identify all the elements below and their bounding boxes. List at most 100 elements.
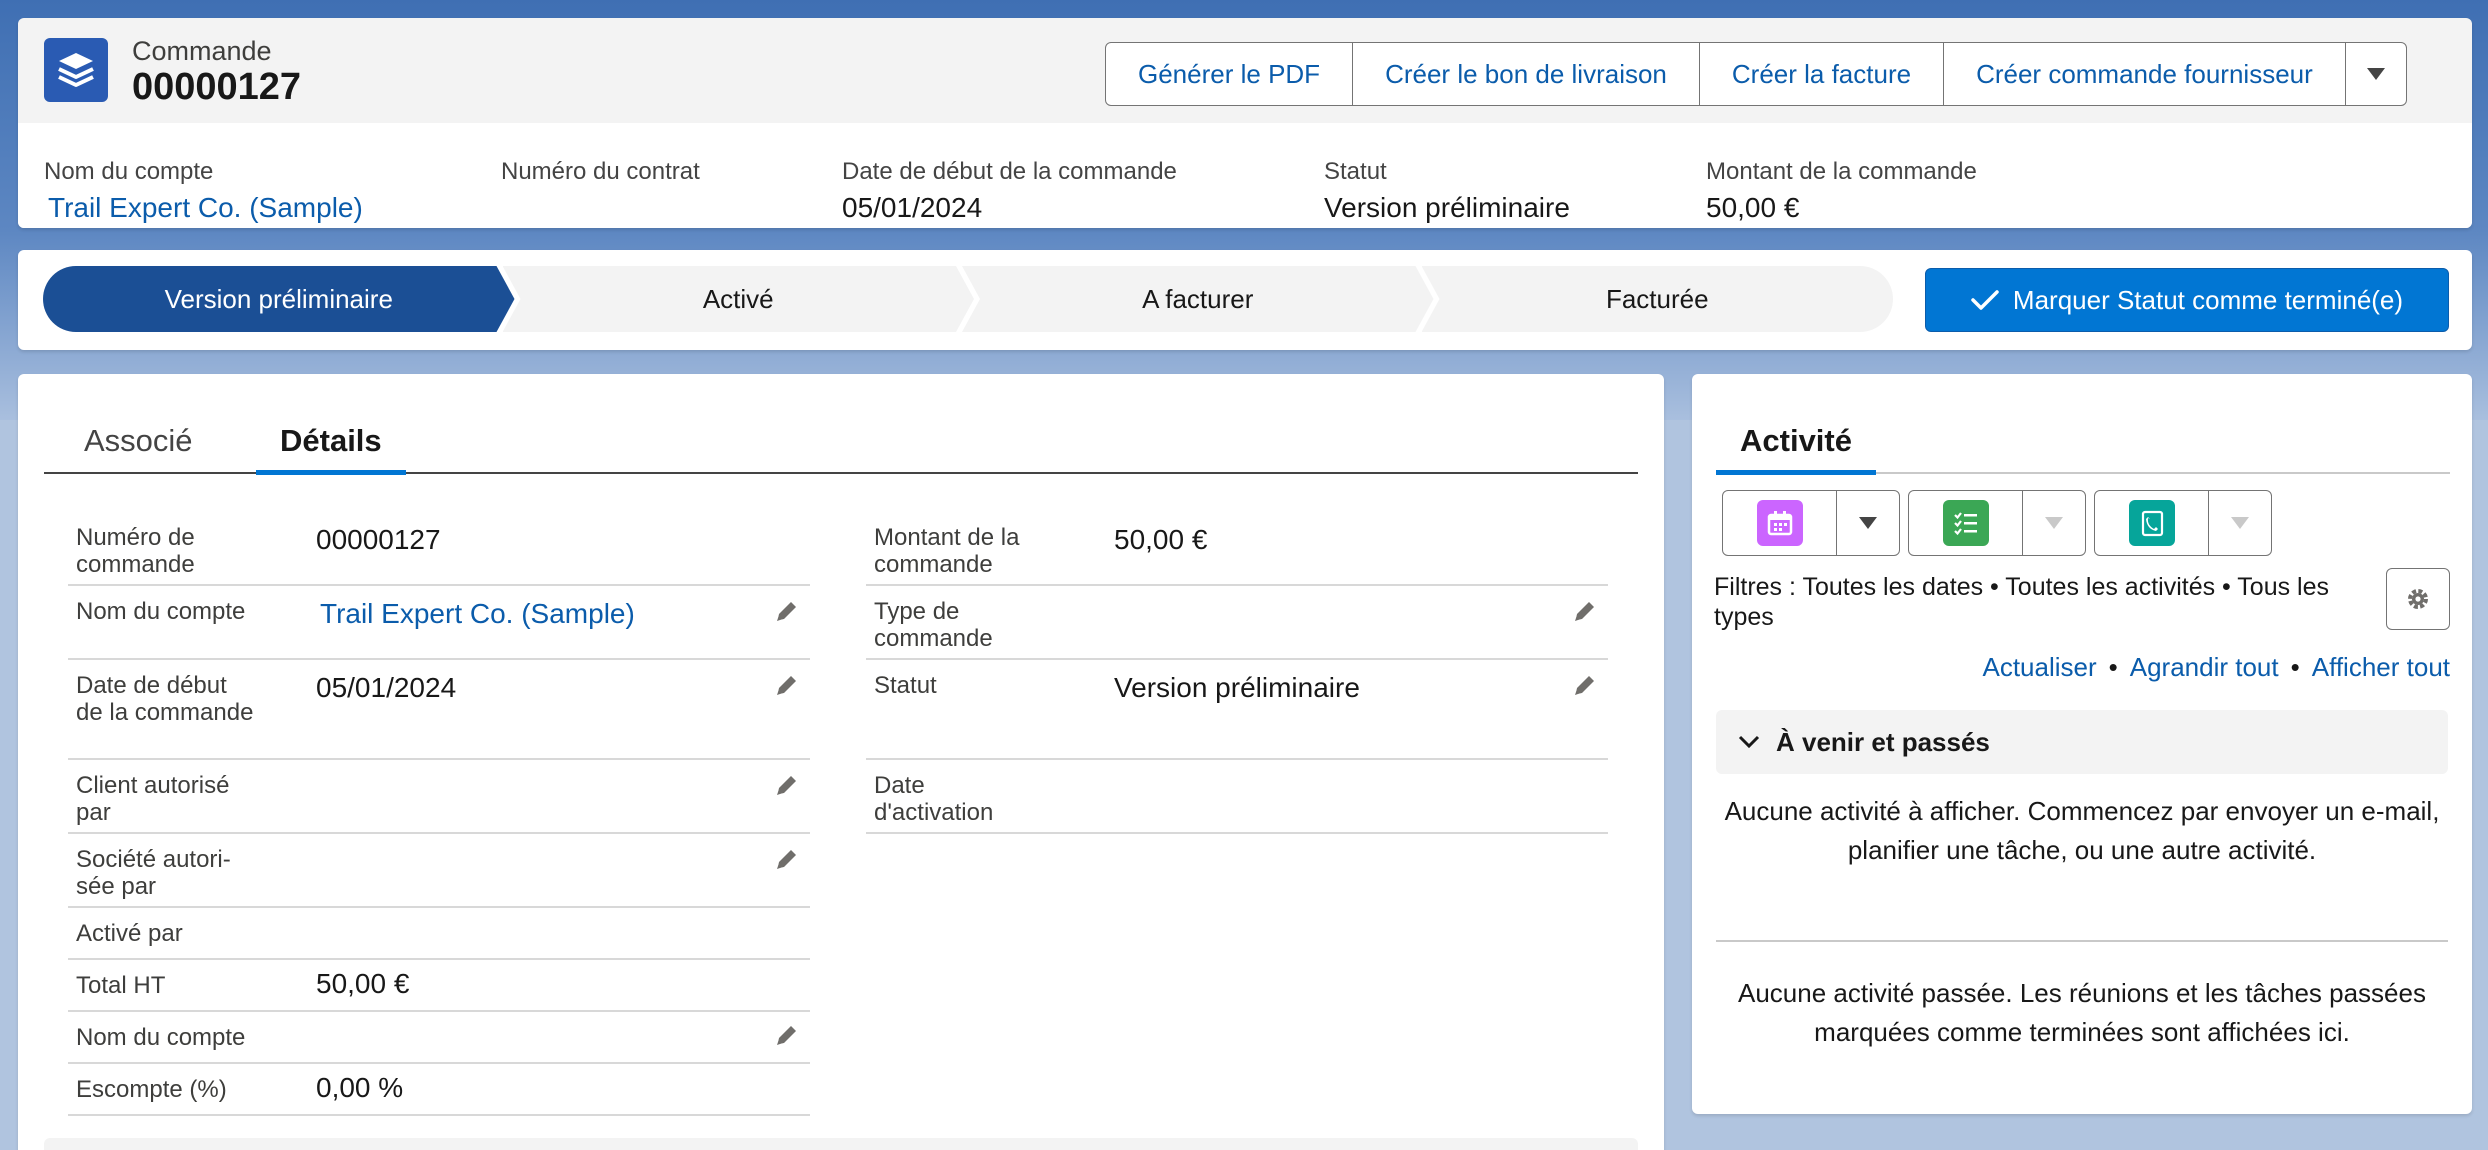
highlight-value: 50,00 € [1706,192,1800,223]
field-label: Nom du compte [76,1024,246,1051]
chevron-down-icon [1859,517,1877,529]
empty-past-message: Aucune activité passée. Les réunions et … [1738,978,2426,1047]
pencil-icon[interactable] [774,846,800,872]
field-start-date: Date de début de la commande 05/01/2024 [68,660,810,760]
field-label: Activé par [76,920,183,947]
pencil-icon[interactable] [774,1022,800,1048]
highlight-contract: Numéro du contrat [501,158,700,192]
field-discount: Escompte (%) 0,00 % [68,1064,810,1116]
field-value: 05/01/2024 [316,672,457,703]
tab-related[interactable]: Associé [60,412,217,472]
field-label: Nom du compte [76,598,246,625]
details-panel: Associé Détails Numéro de commande 00000… [18,374,1664,1150]
pencil-icon[interactable] [1572,672,1598,698]
separator-dot: • [2108,652,2118,682]
highlight-label: Date de début de la commande [842,158,1177,185]
field-account-name: Nom du compte Trail Expert Co. (Sample) [68,586,810,660]
field-label: Escompte (%) [76,1076,227,1103]
field-activation-date: Date d'activation [866,760,1608,834]
field-company-authorized-by: Société autori-sée par [68,834,810,908]
new-event-button-group [1722,490,1900,556]
path-step-to-invoice[interactable]: A facturer [962,266,1434,332]
section-title: À venir et passés [1776,726,1990,757]
check-icon [1971,290,1999,310]
generate-pdf-button[interactable]: Générer le PDF [1106,43,1354,105]
highlight-amount: Montant de la commande 50,00 € [1706,158,1977,224]
field-label: Date d'activation [874,772,994,826]
highlight-account: Nom du compte Trail Expert Co. (Sample) [44,158,363,224]
new-task-dropdown[interactable] [2023,491,2085,555]
highlight-label: Montant de la commande [1706,158,1977,185]
create-invoice-button[interactable]: Créer la facture [1700,43,1945,105]
create-delivery-note-button[interactable]: Créer le bon de livraison [1353,43,1700,105]
highlight-value: 05/01/2024 [842,192,983,223]
path-steps: Version préliminaire Activé A facturer F… [43,266,1893,332]
upcoming-past-section-toggle[interactable]: À venir et passés [1716,710,2448,774]
activity-links: Actualiser • Agrandir tout • Afficher to… [1982,652,2450,683]
mark-status-complete-button[interactable]: Marquer Statut comme terminé(e) [1925,268,2449,332]
record-title: 00000127 [132,66,302,108]
field-label: Total HT [76,972,166,999]
field-status: Statut Version préliminaire [866,660,1608,760]
phone-icon [2128,500,2175,546]
field-customer-authorized-by: Client autorisé par [68,760,810,834]
highlight-status: Statut Version préliminaire [1324,158,1570,224]
field-value: 00000127 [316,524,441,555]
highlight-label: Numéro du contrat [501,158,700,185]
header-actions: Générer le PDF Créer le bon de livraison… [1105,42,2407,106]
pencil-icon[interactable] [774,598,800,624]
highlight-value: Version préliminaire [1324,192,1570,223]
chevron-down-icon [2231,517,2249,529]
new-event-dropdown[interactable] [1837,491,1899,555]
create-supplier-order-button[interactable]: Créer commande fournisseur [1944,43,2346,105]
empty-upcoming-message: Aucune activité à afficher. Commencez pa… [1724,796,2440,865]
account-name-link[interactable]: Trail Expert Co. (Sample) [320,598,635,630]
record-tabs: Associé Détails [44,412,1638,475]
order-object-icon [44,38,108,102]
next-section-bar [44,1138,1638,1150]
pencil-icon[interactable] [774,772,800,798]
path-step-invoiced[interactable]: Facturée [1421,266,1893,332]
chevron-down-icon [2366,68,2385,80]
more-actions-button[interactable] [2346,43,2406,105]
chevron-down-icon [1738,735,1760,749]
task-list-icon [1942,500,1989,546]
new-task-button[interactable] [1909,491,2023,555]
log-call-button[interactable] [2095,491,2209,555]
activity-filters-text: Filtres : Toutes les dates • Toutes les … [1714,573,2330,631]
field-label: Société autori-sée par [76,846,231,900]
expand-all-link[interactable]: Agrandir tout [2130,652,2279,683]
calendar-icon [1756,500,1803,546]
field-value: 0,00 % [316,1072,404,1103]
refresh-link[interactable]: Actualiser [1982,652,2096,683]
highlight-label: Statut [1324,158,1387,185]
path-step-activated[interactable]: Activé [503,266,975,332]
account-link[interactable]: Trail Expert Co. (Sample) [44,192,363,224]
field-label: Montant de la commande [874,524,1020,578]
chevron-down-icon [2045,517,2063,529]
new-event-button[interactable] [1723,491,1837,555]
view-all-link[interactable]: Afficher tout [2312,652,2450,683]
tab-activity[interactable]: Activité [1716,412,1876,475]
tab-details[interactable]: Détails [256,412,406,475]
record-header: Commande 00000127 Générer le PDF Créer l… [18,18,2472,228]
highlights-panel [18,123,2472,228]
highlight-start-date: Date de début de la commande 05/01/2024 [842,158,1177,224]
path-step-draft[interactable]: Version préliminaire [43,266,515,332]
log-call-button-group [2094,490,2272,556]
pencil-icon[interactable] [774,672,800,698]
field-label: Client autorisé par [76,772,230,826]
status-path: Version préliminaire Activé A facturer F… [18,250,2472,350]
field-account-name-2: Nom du compte [68,1012,810,1064]
activity-settings-button[interactable] [2386,568,2450,630]
field-label: Numéro de commande [76,524,195,578]
mark-status-label: Marquer Statut comme terminé(e) [2012,284,2404,315]
gear-icon [2408,589,2428,609]
activity-panel: Activité Filtres : Toutes les dates • To… [1692,374,2472,1114]
field-value: Version préliminaire [1114,672,1360,703]
field-label: Statut [874,672,937,699]
pencil-icon[interactable] [1572,598,1598,624]
log-call-dropdown[interactable] [2209,491,2271,555]
field-value: 50,00 € [1114,524,1208,555]
field-order-amount: Montant de la commande 50,00 € [866,512,1608,586]
